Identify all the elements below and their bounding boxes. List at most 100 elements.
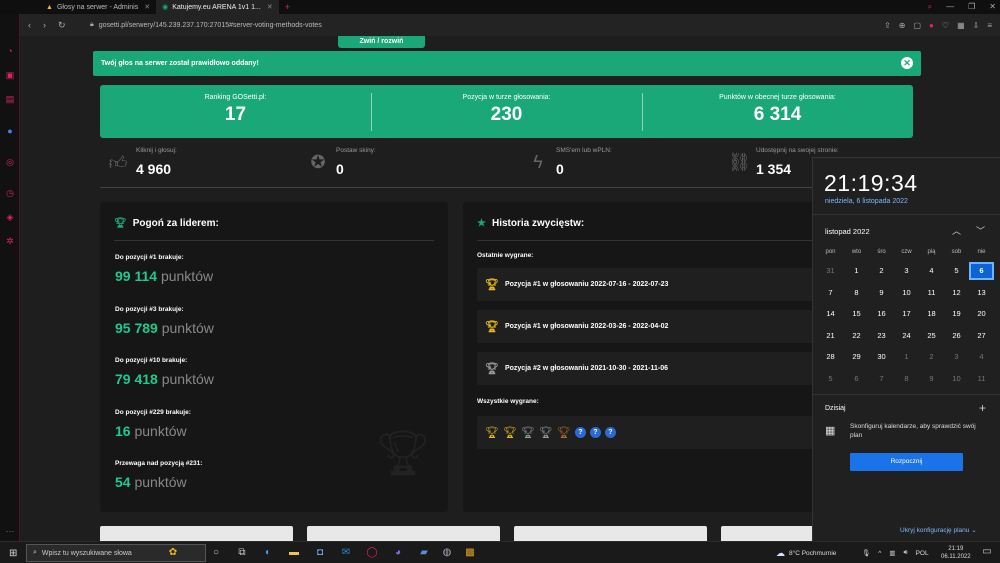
chevron-down-icon[interactable]: ﹀ — [976, 224, 985, 237]
tab-glosy[interactable]: ▲ Głosy na serwer - Adminis ✕ — [40, 0, 156, 14]
speed-dial-icon[interactable]: ◔ — [5, 46, 15, 56]
calendar-day[interactable]: 4 — [919, 262, 944, 280]
search-tabs-icon[interactable]: ⌕ — [928, 0, 932, 14]
tab-katujemy[interactable]: ◉ Katujemy.eu ARENA 1v1 1... ✕ — [156, 0, 279, 14]
calendar-day[interactable]: 22 — [844, 327, 869, 345]
gold-trophy-icon[interactable]: 🏆︎ — [503, 426, 517, 439]
calendar-day[interactable]: 9 — [869, 284, 894, 302]
history-icon[interactable]: ◷ — [5, 188, 15, 198]
calendar-day[interactable]: 23 — [869, 327, 894, 345]
new-tab-button[interactable]: + — [279, 0, 296, 14]
calendar-day[interactable]: 5 — [944, 262, 969, 280]
silver-trophy-icon[interactable]: 🏆︎ — [521, 426, 535, 439]
hide-plan-link[interactable]: Ukryj konfigurację planu ⌄ — [900, 526, 977, 534]
calendar-day[interactable]: 20 — [969, 305, 994, 323]
unknown-award-icon[interactable]: ? — [589, 427, 601, 438]
unknown-award-icon[interactable]: ? — [604, 427, 616, 438]
close-tab-icon[interactable]: ✕ — [144, 3, 150, 11]
calendar-day[interactable]: 27 — [969, 327, 994, 345]
calendar-day[interactable]: 11 — [969, 370, 994, 388]
shield-icon[interactable]: ● — [929, 21, 934, 30]
calendar-day[interactable]: 2 — [869, 262, 894, 280]
calendar-day[interactable]: 10 — [894, 284, 919, 302]
download-icon[interactable]: ⇩ — [973, 21, 980, 30]
calendar-day[interactable]: 26 — [944, 327, 969, 345]
reload-icon[interactable]: ↻ — [58, 20, 66, 31]
widgets-icon[interactable]: ⧉ — [235, 547, 249, 558]
chevron-up-icon[interactable]: ︿ — [952, 224, 961, 237]
calendar-day[interactable]: 29 — [844, 348, 869, 366]
zoom-icon[interactable]: ⊕ — [899, 21, 906, 30]
start-button[interactable]: Rozpocznij — [850, 453, 963, 471]
date-link[interactable]: niedziela, 6 listopada 2022 — [825, 198, 908, 205]
calendar-day[interactable]: 28 — [818, 348, 843, 366]
menu-icon[interactable]: ≡ — [987, 21, 992, 30]
calendar-day[interactable]: 2 — [919, 348, 944, 366]
calendar-day[interactable]: 17 — [894, 305, 919, 323]
calendar-day[interactable]: 3 — [894, 262, 919, 280]
month-label[interactable]: listopad 2022 — [825, 227, 870, 236]
close-alert-icon[interactable]: ✕ — [901, 57, 913, 69]
messenger-icon[interactable]: ● — [5, 126, 15, 136]
volume-icon[interactable]: 🔊︎ — [903, 549, 907, 557]
windows-start-icon[interactable]: ⊞ — [9, 548, 17, 559]
calendar-day[interactable]: 7 — [818, 284, 843, 302]
calendar-day[interactable]: 8 — [844, 284, 869, 302]
calendar-day[interactable]: 4 — [969, 348, 994, 366]
calendar-day[interactable]: 3 — [944, 348, 969, 366]
collapse-toggle-button[interactable]: Zwiń / rozwiń — [338, 36, 425, 48]
calendar-day[interactable]: 15 — [844, 305, 869, 323]
opera-icon[interactable]: ◯ — [365, 547, 379, 558]
silver-trophy-icon[interactable]: 🏆︎ — [539, 426, 553, 439]
calendar-day[interactable]: 25 — [919, 327, 944, 345]
close-tab-icon[interactable]: ✕ — [267, 3, 273, 11]
calendar-day[interactable]: 5 — [818, 370, 843, 388]
lock-icon[interactable]: 🔒︎ — [90, 21, 94, 29]
forward-icon[interactable]: › — [43, 20, 46, 31]
microphone-icon[interactable]: 🎙︎ — [862, 549, 870, 557]
calendar-day[interactable]: 24 — [894, 327, 919, 345]
calendar-day[interactable]: 6 — [969, 262, 994, 280]
calendar-day[interactable]: 13 — [969, 284, 994, 302]
calendar-day[interactable]: 7 — [869, 370, 894, 388]
unknown-award-icon[interactable]: ? — [574, 427, 586, 438]
box-icon[interactable]: ◈ — [5, 212, 15, 222]
maximize-icon[interactable]: ❐ — [968, 0, 975, 14]
back-icon[interactable]: ‹ — [28, 20, 31, 31]
calendar-day[interactable]: 11 — [919, 284, 944, 302]
taskbar-clock[interactable]: 21:19 06.11.2022 — [941, 545, 971, 561]
minimize-icon[interactable]: — — [946, 0, 954, 14]
bronze-trophy-icon[interactable]: 🏆︎ — [557, 426, 571, 439]
more-icon[interactable]: ··· — [5, 526, 15, 536]
twitch-icon[interactable]: ▤ — [5, 94, 15, 104]
url-field[interactable]: gosetti.pl/serwery/145.239.237.170:27015… — [99, 22, 884, 29]
calendar-day[interactable]: 10 — [944, 370, 969, 388]
calendar-day[interactable]: 14 — [818, 305, 843, 323]
player-icon[interactable]: ◎ — [5, 157, 15, 167]
calendar-day[interactable]: 12 — [944, 284, 969, 302]
task-view-icon[interactable]: ○ — [209, 547, 223, 558]
edge-icon[interactable]: ◐ — [261, 547, 275, 558]
briefcase-icon[interactable]: ▣ — [5, 70, 15, 80]
settings-icon[interactable]: ✲ — [5, 236, 15, 246]
calendar-day[interactable]: 6 — [844, 370, 869, 388]
language-indicator[interactable]: POL — [916, 550, 929, 557]
extensions-icon[interactable]: ▦ — [957, 21, 965, 30]
share-icon[interactable]: ⇪ — [884, 21, 891, 30]
file-explorer-icon[interactable]: ▬ — [287, 547, 301, 558]
mail-icon[interactable]: ✉ — [339, 547, 353, 558]
show-hidden-icon[interactable]: ^ — [878, 550, 881, 557]
notifications-icon[interactable]: ▭ — [980, 546, 994, 557]
network-icon[interactable]: ▥ — [889, 549, 895, 557]
cs-icon[interactable]: ▩ — [463, 547, 477, 558]
close-window-icon[interactable]: ✕ — [989, 0, 996, 14]
add-event-icon[interactable]: + — [979, 401, 986, 415]
app-icon[interactable]: ◕ — [391, 547, 405, 558]
weather-widget[interactable]: ☁ 8°C Pochmurnie — [776, 542, 836, 563]
app-icon[interactable]: ▰ — [417, 547, 431, 558]
calendar-day[interactable]: 1 — [844, 262, 869, 280]
camera-icon[interactable]: ▢ — [913, 21, 921, 30]
calendar-day[interactable]: 16 — [869, 305, 894, 323]
calendar-day[interactable]: 8 — [894, 370, 919, 388]
store-icon[interactable]: ◘ — [313, 547, 327, 558]
